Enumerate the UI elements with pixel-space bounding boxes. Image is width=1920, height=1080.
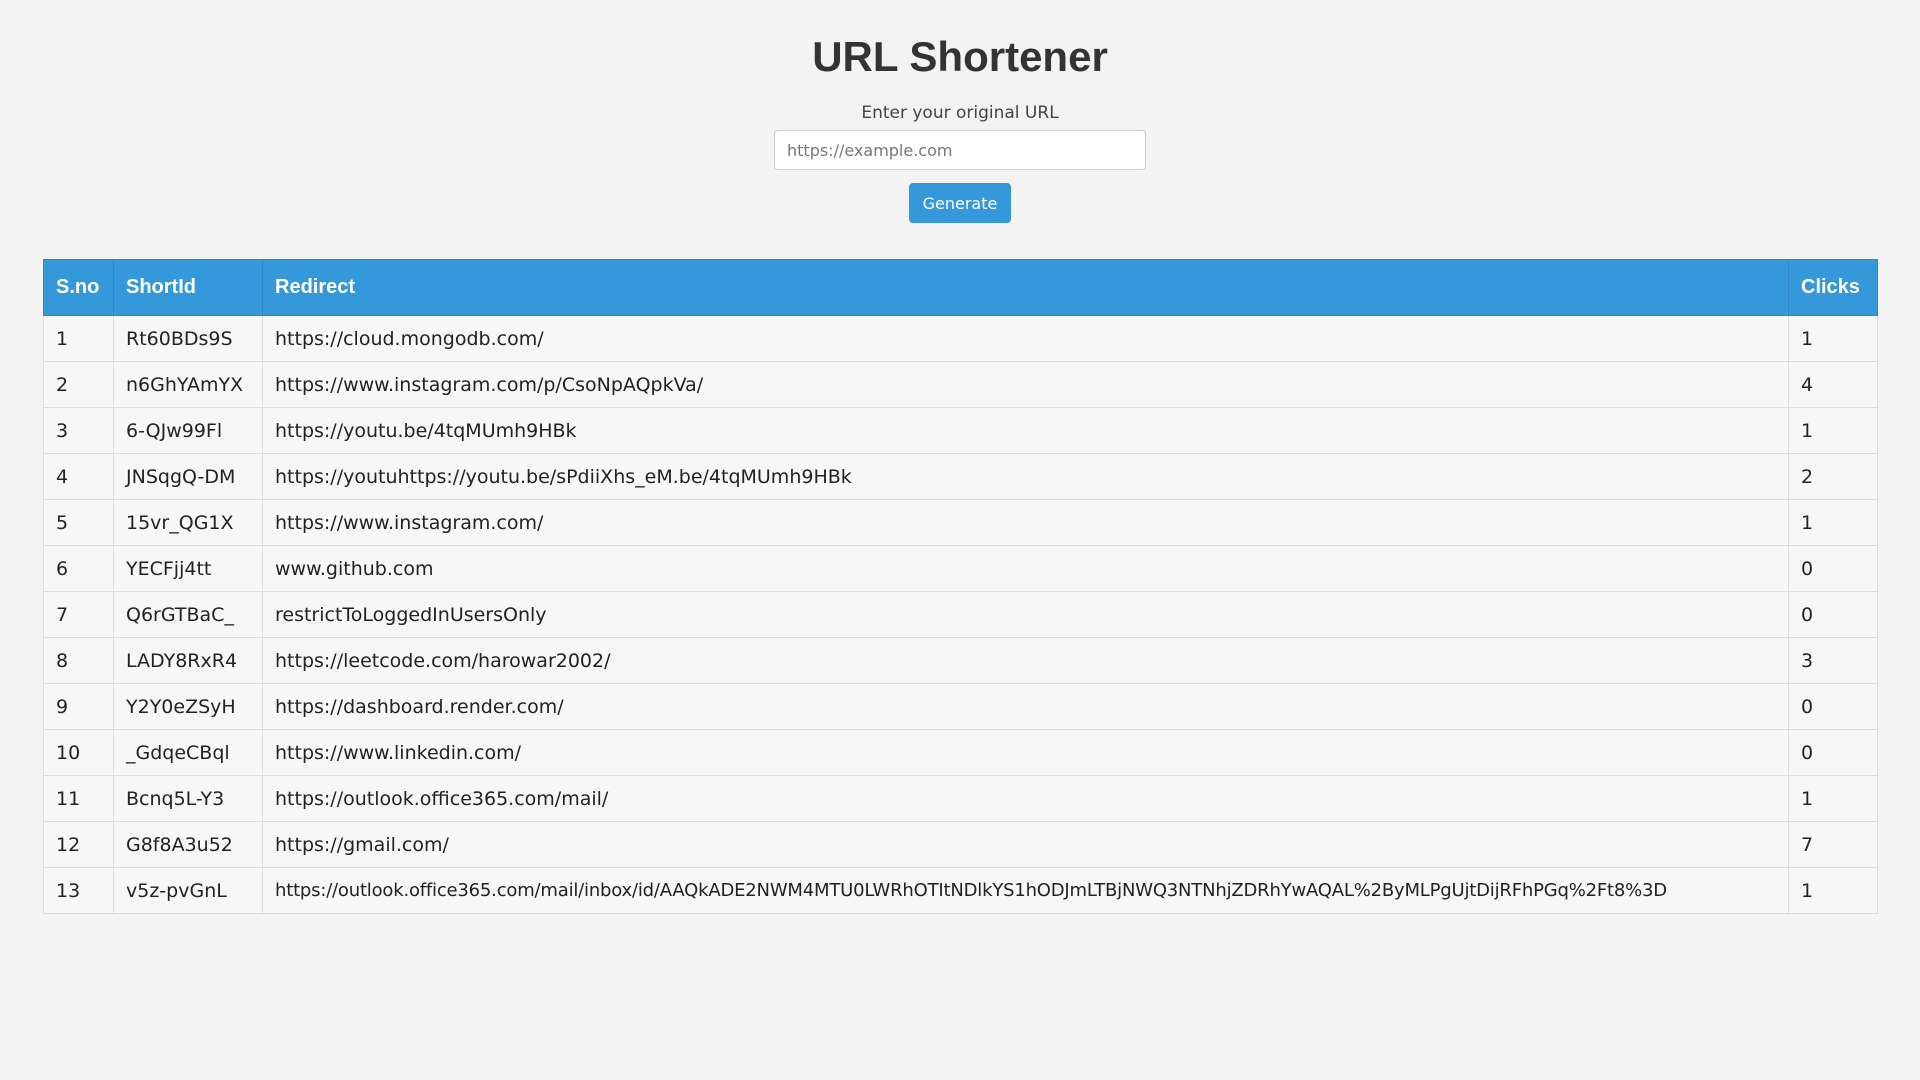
cell-shortid: Rt60BDs9S: [113, 315, 263, 362]
cell-shortid: Y2Y0eZSyH: [113, 683, 263, 730]
cell-clicks: 7: [1788, 821, 1878, 868]
url-input-label: Enter your original URL: [861, 103, 1059, 123]
header-sno: S.no: [43, 259, 114, 316]
cell-shortid: Q6rGTBaC_: [113, 591, 263, 638]
cell-clicks: 0: [1788, 729, 1878, 776]
cell-shortid: LADY8RxR4: [113, 637, 263, 684]
cell-sno: 5: [43, 499, 114, 546]
table-row: 12 G8f8A3u52 https://gmail.com/7: [43, 821, 1878, 868]
cell-sno: 12: [43, 821, 114, 868]
cell-redirect: https://gmail.com/: [262, 821, 1789, 868]
header-clicks: Clicks: [1788, 259, 1878, 316]
table-body: 1 Rt60BDs9S https://cloud.mongodb.com/1 2 n6…: [43, 315, 1878, 914]
header-redirect: Redirect: [262, 259, 1789, 316]
cell-redirect: https://leetcode.com/harowar2002/: [262, 637, 1789, 684]
cell-sno: 3: [43, 407, 114, 454]
cell-redirect: https://outlook.office365.com/mail/inbox…: [262, 867, 1789, 914]
cell-redirect: https://outlook.office365.com/mail/: [262, 775, 1789, 822]
header-shortid: ShortId: [113, 259, 263, 316]
table-row: 7 Q6rGTBaC_ restrictToLoggedInUsersOnly 0: [43, 591, 1878, 638]
cell-shortid: YECFjj4tt: [113, 545, 263, 592]
cell-clicks: 1: [1788, 775, 1878, 822]
table-row: 13 v5z-pvGnL https://outlook.office365.com…: [43, 867, 1878, 914]
url-form: Enter your original URL Generate: [0, 102, 1920, 223]
table-row: 8 LADY8RxR4 https://leetcode.com/harowar20…: [43, 637, 1878, 684]
cell-clicks: 0: [1788, 545, 1878, 592]
cell-sno: 10: [43, 729, 114, 776]
url-input[interactable]: [774, 130, 1146, 170]
cell-shortid: G8f8A3u52: [113, 821, 263, 868]
cell-clicks: 4: [1788, 361, 1878, 408]
cell-redirect: https://www.instagram.com/p/CsoNpAQpkVa/: [262, 361, 1789, 408]
cell-redirect: https://cloud.mongodb.com/: [262, 315, 1789, 362]
cell-shortid: 15vr_QG1X: [113, 499, 263, 546]
page-title: URL Shortener: [812, 33, 1108, 80]
cell-sno: 11: [43, 775, 114, 822]
generate-button[interactable]: Generate: [909, 183, 1011, 223]
cell-shortid: Bcnq5L-Y3: [113, 775, 263, 822]
cell-clicks: 1: [1788, 499, 1878, 546]
cell-shortid: 6-QJw99Fl: [113, 407, 263, 454]
cell-sno: 4: [43, 453, 114, 500]
cell-sno: 7: [43, 591, 114, 638]
cell-redirect: https://youtu.be/4tqMUmh9HBk: [262, 407, 1789, 454]
urls-table-container: S.no ShortId Redirect Clicks 1 Rt60BDs9S h…: [43, 259, 1878, 914]
cell-clicks: 0: [1788, 683, 1878, 730]
cell-sno: 1: [43, 315, 114, 362]
table-row: 6 YECFjj4tt www.github.com 0: [43, 545, 1878, 592]
table-row: 11 Bcnq5L-Y3 https://outlook.office365.com…: [43, 775, 1878, 822]
table-row: 10 _GdqeCBql https://www.linkedin.com/0: [43, 729, 1878, 776]
table-row: 5 15vr_QG1X https://www.instagram.com/1: [43, 499, 1878, 546]
cell-clicks: 1: [1788, 867, 1878, 914]
cell-sno: 8: [43, 637, 114, 684]
urls-table: S.no ShortId Redirect Clicks 1 Rt60BDs9S h…: [43, 259, 1878, 914]
table-row: 4 JNSqgQ-DM https://youtuhttps://youtu.be/…: [43, 453, 1878, 500]
cell-sno: 13: [43, 867, 114, 914]
cell-shortid: JNSqgQ-DM: [113, 453, 263, 500]
cell-redirect: https://www.linkedin.com/: [262, 729, 1789, 776]
cell-redirect: https://www.instagram.com/: [262, 499, 1789, 546]
table-header-row: S.no ShortId Redirect Clicks: [43, 259, 1878, 316]
cell-redirect: restrictToLoggedInUsersOnly: [262, 591, 1789, 638]
cell-clicks: 1: [1788, 407, 1878, 454]
cell-shortid: _GdqeCBql: [113, 729, 263, 776]
cell-redirect: www.github.com: [262, 545, 1789, 592]
cell-shortid: n6GhYAmYX: [113, 361, 263, 408]
cell-clicks: 0: [1788, 591, 1878, 638]
table-row: 1 Rt60BDs9S https://cloud.mongodb.com/1: [43, 315, 1878, 362]
cell-clicks: 2: [1788, 453, 1878, 500]
cell-clicks: 3: [1788, 637, 1878, 684]
cell-clicks: 1: [1788, 315, 1878, 362]
table-row: 9 Y2Y0eZSyH https://dashboard.render.com/0: [43, 683, 1878, 730]
table-row: 2 n6GhYAmYX https://www.instagram.com/p/Cs…: [43, 361, 1878, 408]
cell-redirect: https://dashboard.render.com/: [262, 683, 1789, 730]
cell-sno: 9: [43, 683, 114, 730]
table-row: 3 6-QJw99Fl https://youtu.be/4tqMUmh9HBk 1: [43, 407, 1878, 454]
cell-shortid: v5z-pvGnL: [113, 867, 263, 914]
cell-sno: 6: [43, 545, 114, 592]
cell-sno: 2: [43, 361, 114, 408]
cell-redirect: https://youtuhttps://youtu.be/sPdiiXhs_e…: [262, 453, 1789, 500]
